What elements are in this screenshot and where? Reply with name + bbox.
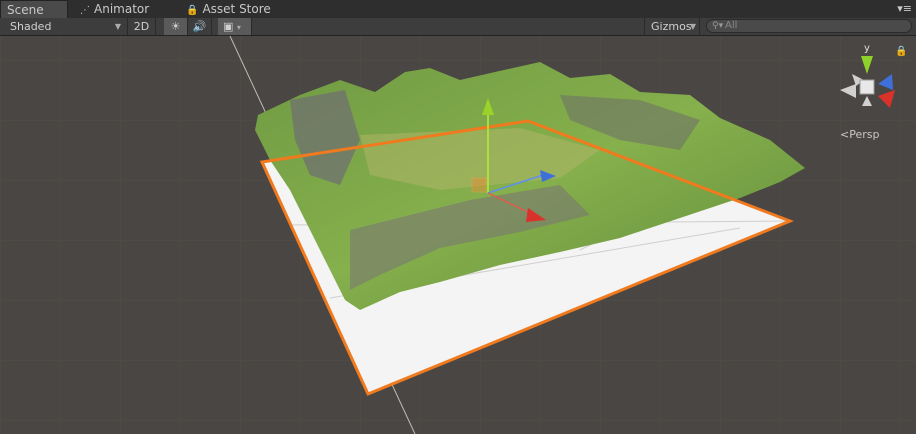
tab-asset-store-label: Asset Store — [202, 2, 271, 16]
mode-2d-button[interactable]: 2D — [128, 18, 156, 35]
draw-mode-label: Shaded — [10, 20, 52, 33]
lighting-toggle[interactable]: ☀ — [164, 18, 188, 35]
tab-scene-label: Scene — [7, 3, 44, 17]
sun-icon: ☀ — [170, 20, 181, 33]
search-icon: ⚲▾ — [712, 21, 724, 31]
projection-label: Persp — [849, 128, 880, 141]
search-input[interactable]: ⚲▾ All — [706, 19, 912, 33]
audio-toggle[interactable]: 🔊 — [188, 18, 212, 35]
gizmo-y-label: y — [864, 43, 870, 54]
image-icon: ▣ — [223, 20, 234, 33]
draw-mode-dropdown[interactable]: Shaded ▼ — [0, 18, 128, 35]
gizmos-label: Gizmos — [651, 20, 692, 33]
gizmo-center-cube[interactable] — [859, 79, 875, 95]
tab-animator-label: Animator — [94, 2, 150, 16]
persp-icon: < — [840, 128, 850, 141]
tab-menu-icon[interactable]: ▾≡ — [897, 2, 912, 15]
chevron-down-icon: ▼ — [689, 22, 696, 31]
projection-toggle[interactable]: <Persp — [840, 128, 879, 141]
chevron-down-icon: ▾ — [236, 23, 241, 32]
effects-dropdown[interactable]: ▣ ▾ — [218, 18, 252, 35]
audio-icon: 🔊 — [192, 20, 207, 33]
scene-viewport[interactable]: y — [0, 36, 916, 434]
mode-2d-label: 2D — [133, 20, 150, 33]
chevron-down-icon: ▼ — [114, 22, 121, 31]
move-gizmo-center[interactable] — [471, 177, 487, 193]
scene-toolbar: Shaded ▼ 2D ☀ 🔊 ▣ ▾ Gizmos ▼ ⚲▾ All — [0, 18, 916, 36]
tab-scene[interactable]: Scene — [0, 0, 68, 18]
lock-icon[interactable]: 🔒 — [895, 46, 907, 57]
tab-asset-store[interactable]: 🔒 Asset Store — [180, 0, 280, 18]
gizmos-dropdown[interactable]: Gizmos ▼ — [644, 18, 700, 35]
editor-tab-bar: Scene ⋰ Animator 🔒 Asset Store ▾≡ — [0, 0, 916, 19]
search-placeholder: All — [725, 20, 738, 31]
tab-animator[interactable]: ⋰ Animator — [74, 0, 174, 18]
